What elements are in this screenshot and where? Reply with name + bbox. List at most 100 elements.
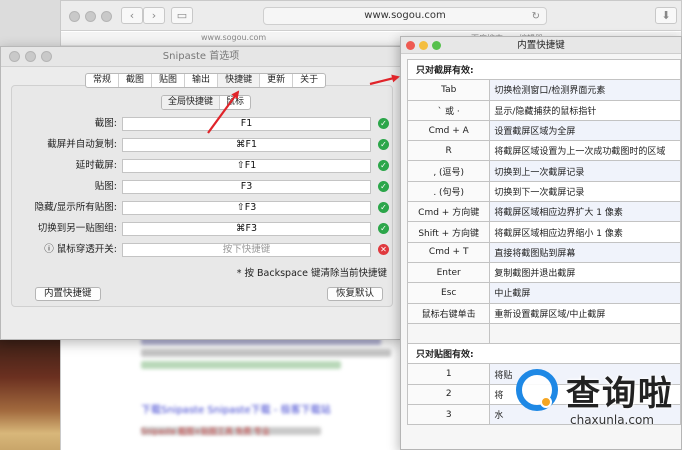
hotkey-field[interactable]: F3 [122,180,371,194]
hotkey-field[interactable]: ⇧F3 [122,201,371,215]
safari-minimize-button[interactable] [85,11,96,22]
table-row: 鼠标右键单击 重新设置截屏区域/中止截屏 [406,302,681,324]
section-screenshot-title: 只对截屏有效: [407,58,681,81]
backspace-note: * 按 Backspace 键清除当前快捷键 [236,268,387,279]
tab-about[interactable]: 关于 [293,74,325,87]
hotkey-field[interactable]: ⌘F1 [122,138,371,152]
check-icon: ✓ [378,118,389,129]
shortcut-key: . (句号) [406,180,491,203]
safari-toolbar: ‹ › ▭ www.sogou.com ↻ ⬇ [61,1,681,31]
section-header: 只对截屏有效: [407,58,681,81]
search-result-title[interactable]: 下载Snipaste Snipaste下载 - 极客下载站 [141,401,331,416]
table-row: Shift + 方向键 将截屏区域相应边界缩小 1 像素 [406,221,681,243]
hotkey-row: 截图: F1 ✓ [1,117,403,131]
shortcut-desc: 将截屏区域相应边界扩大 1 像素 [489,201,681,223]
tab-general[interactable]: 常规 [86,74,120,87]
hotkey-label: ⓘ 鼠标穿透开关: [44,244,117,255]
downloads-icon[interactable]: ⬇ [655,7,677,24]
check-icon: ✓ [378,181,389,192]
shortcut-key: Cmd + A [406,119,491,142]
shortcut-key: R [406,140,491,162]
shortcut-desc: 重新设置截屏区域/中止截屏 [489,302,681,324]
hotkey-label: 截屏并自动复制: [47,139,117,150]
tab-output[interactable]: 输出 [185,74,219,87]
hotkey-field[interactable]: ⇧F1 [122,159,371,173]
check-icon: ✓ [378,223,389,234]
shortcut-key: Tab [406,79,491,101]
shortcut-desc: 复制截图并退出截屏 [489,261,681,284]
shortcut-key: 鼠标右键单击 [406,302,491,324]
hotkey-field[interactable]: 按下快捷键 [122,243,371,257]
hotkey-row: 延时截屏: ⇧F1 ✓ [1,159,403,173]
table-row: Cmd + A 设置截屏区域为全屏 [406,119,681,142]
table-row: R 将截屏区域设置为上一次成功截图时的区域 [406,140,681,162]
hotkey-label: 贴图: [94,181,117,192]
shortcut-key: Enter [406,261,491,284]
shortcut-desc: 将截屏区域设置为上一次成功截图时的区域 [489,140,681,162]
table-spacer [406,322,681,345]
prefs-close-button[interactable] [9,51,20,62]
snipaste-preferences-window: Snipaste 首选项 常规 截图 贴图 输出 快捷键 更新 关于 全局快捷键… [0,46,402,340]
subtab-mouse[interactable]: 鼠标 [220,96,250,109]
shortcut-desc: 显示/隐藏捕获的鼠标指针 [489,99,681,121]
prefs-zoom-button[interactable] [41,51,52,62]
forward-icon[interactable]: › [143,7,165,24]
tab-update[interactable]: 更新 [260,74,294,87]
table-row: . (句号) 切换到下一次截屏记录 [406,180,681,203]
table-row: Cmd + 方向键 将截屏区域相应边界扩大 1 像素 [406,201,681,223]
builtin-titlebar: 内置快捷键 [401,37,681,54]
shortcut-desc: 直接将截图贴到屏幕 [489,241,681,263]
window-title: Snipaste 首选项 [1,47,401,67]
watermark-brand: 查询啦 [566,374,674,414]
safari-close-button[interactable] [69,11,80,22]
shortcut-key: 3 [406,404,491,426]
table-row: Tab 切换检测窗口/检测界面元素 [406,79,681,101]
hotkey-row: 隐藏/显示所有贴图: ⇧F3 ✓ [1,201,403,215]
subtab-global-hotkeys[interactable]: 全局快捷键 [162,96,221,109]
chaxunla-watermark: 查询啦 chaxunla.com [508,361,682,450]
tab-hotkeys[interactable]: 快捷键 [218,74,261,87]
hotkey-label: 隐藏/显示所有贴图: [34,202,117,213]
check-icon: ✓ [378,160,389,171]
tab-screenshot[interactable]: 截图 [119,74,153,87]
address-bar[interactable]: www.sogou.com ↻ [263,7,547,25]
shortcut-key: ` 或 · [406,99,491,121]
tab-pin[interactable]: 贴图 [152,74,186,87]
shortcut-desc: 切换到上一次截屏记录 [489,160,681,182]
shortcut-desc: 切换检测窗口/检测界面元素 [489,79,681,101]
sidebar-icon[interactable]: ▭ [171,7,193,24]
table-row: Esc 中止截屏 [406,282,681,304]
shortcut-desc: 中止截屏 [489,282,681,304]
shortcut-desc: 切换到下一次截屏记录 [489,180,681,203]
restore-defaults-button[interactable]: 恢复默认 [327,287,384,301]
logo-dot-icon [540,396,552,408]
hotkey-field[interactable]: ⌘F3 [122,222,371,236]
safari-zoom-button[interactable] [101,11,112,22]
shortcut-key: Cmd + T [406,241,491,263]
hotkey-label: 切换到另一贴图组: [37,223,117,234]
table-row: ` 或 · 显示/隐藏捕获的鼠标指针 [406,99,681,121]
hotkey-field[interactable]: F1 [122,117,371,131]
hotkey-label: 延时截屏: [75,160,117,171]
shortcut-key: 1 [406,363,491,385]
builtin-hotkeys-button[interactable]: 内置快捷键 [35,287,101,301]
reload-icon[interactable]: ↻ [532,9,540,25]
shortcut-key: Shift + 方向键 [406,221,491,243]
check-icon: ✓ [378,202,389,213]
shortcut-key: , (逗号) [406,160,491,182]
magnifier-logo-icon [516,369,558,411]
tab-label-left[interactable]: www.sogou.com [201,33,266,42]
shortcut-desc: 设置截屏区域为全屏 [489,119,681,142]
watermark-url: chaxunla.com [570,413,654,427]
hotkey-row: ⓘ 鼠标穿透开关: 按下快捷键 ✕ [1,243,403,257]
shortcut-key: Esc [406,282,491,304]
desktop-wallpaper [0,338,60,450]
table-row: Cmd + T 直接将截图贴到屏幕 [406,241,681,263]
builtin-title: 内置快捷键 [517,40,565,51]
search-result-title[interactable]: Snipaste 截图+贴图工具 免费 专业 [141,426,270,437]
back-icon[interactable]: ‹ [121,7,143,24]
check-icon: ✓ [378,139,389,150]
table-row: Enter 复制截图并退出截屏 [406,261,681,284]
prefs-minimize-button[interactable] [25,51,36,62]
hotkey-label: 截图: [94,118,117,129]
